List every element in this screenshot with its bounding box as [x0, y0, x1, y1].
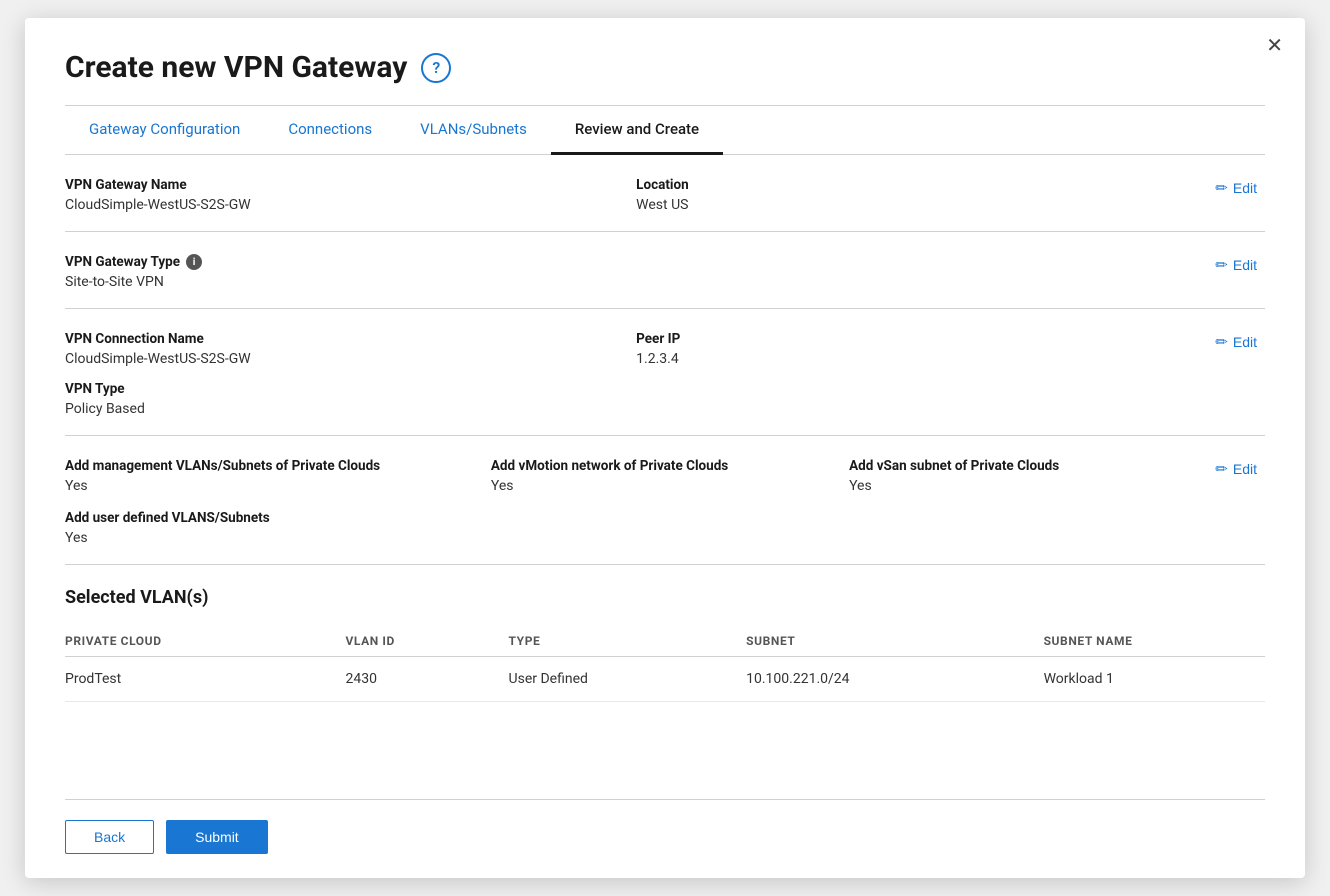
modal-header: Create new VPN Gateway ?	[65, 50, 1265, 85]
user-defined-value: Yes	[65, 530, 1207, 546]
modal-title: Create new VPN Gateway	[65, 50, 407, 85]
vlan-table-header: PRIVATE CLOUD VLAN ID TYPE SUBNET SUBNET…	[65, 626, 1265, 657]
table-row: ProdTest 2430 User Defined 10.100.221.0/…	[65, 657, 1265, 702]
vpn-connection-name-value: CloudSimple-WestUS-S2S-GW	[65, 351, 616, 367]
location-field: Location West US	[636, 177, 1207, 213]
edit-pencil-icon-4: ✏	[1215, 460, 1228, 478]
vpn-gateway-type-field: VPN Gateway Type i Site-to-Site VPN	[65, 254, 1207, 290]
tabs-container: Gateway Configuration Connections VLANs/…	[65, 106, 1265, 155]
gateway-type-fields: VPN Gateway Type i Site-to-Site VPN	[65, 254, 1207, 290]
vpn-connection-edit-label: Edit	[1233, 334, 1257, 350]
col-type: TYPE	[509, 626, 747, 657]
cell-vlan-id: 2430	[345, 657, 508, 702]
edit-pencil-icon-2: ✏	[1215, 256, 1228, 274]
mgmt-vlans-value: Yes	[65, 478, 471, 494]
mgmt-vlans-field: Add management VLANs/Subnets of Private …	[65, 458, 491, 494]
vpn-gateway-name-field: VPN Gateway Name CloudSimple-WestUS-S2S-…	[65, 177, 636, 213]
vpn-gateway-name-value: CloudSimple-WestUS-S2S-GW	[65, 197, 616, 213]
vsan-label: Add vSan subnet of Private Clouds	[849, 458, 1187, 474]
help-icon[interactable]: ?	[421, 53, 451, 83]
tab-vlans-subnets[interactable]: VLANs/Subnets	[396, 106, 551, 155]
gateway-name-section: VPN Gateway Name CloudSimple-WestUS-S2S-…	[65, 155, 1265, 232]
back-button[interactable]: Back	[65, 820, 154, 854]
vlans-options-top: Add management VLANs/Subnets of Private …	[65, 458, 1207, 494]
col-private-cloud: PRIVATE CLOUD	[65, 626, 345, 657]
vpn-type-field: VPN Type Policy Based	[65, 381, 1207, 417]
user-defined-label: Add user defined VLANS/Subnets	[65, 510, 1207, 526]
cell-subnet-name: Workload 1	[1044, 657, 1265, 702]
tab-gateway-configuration[interactable]: Gateway Configuration	[65, 106, 264, 155]
create-vpn-modal: ✕ Create new VPN Gateway ? Gateway Confi…	[25, 18, 1305, 878]
modal-footer: Back Submit	[65, 799, 1265, 878]
vpn-gateway-type-value: Site-to-Site VPN	[65, 274, 1187, 290]
gateway-type-section: VPN Gateway Type i Site-to-Site VPN ✏ Ed…	[65, 232, 1265, 309]
gateway-name-edit-label: Edit	[1233, 180, 1257, 196]
peer-ip-value: 1.2.3.4	[636, 351, 1187, 367]
vpn-connection-name-label: VPN Connection Name	[65, 331, 616, 347]
edit-pencil-icon-3: ✏	[1215, 333, 1228, 351]
vpn-gateway-type-label: VPN Gateway Type i	[65, 254, 1187, 270]
vlan-table-title: Selected VLAN(s)	[65, 587, 1265, 608]
vpn-connection-section: VPN Connection Name CloudSimple-WestUS-S…	[65, 309, 1265, 436]
vsan-field: Add vSan subnet of Private Clouds Yes	[849, 458, 1207, 494]
vpn-connection-row: VPN Connection Name CloudSimple-WestUS-S…	[65, 331, 1265, 417]
vlans-options-edit-label: Edit	[1233, 461, 1257, 477]
vlan-table-body: ProdTest 2430 User Defined 10.100.221.0/…	[65, 657, 1265, 702]
vpn-connection-fields: VPN Connection Name CloudSimple-WestUS-S…	[65, 331, 1207, 417]
vmotion-label: Add vMotion network of Private Clouds	[491, 458, 829, 474]
cell-subnet: 10.100.221.0/24	[746, 657, 1043, 702]
close-button[interactable]: ✕	[1266, 36, 1283, 56]
col-subnet-name: SUBNET NAME	[1044, 626, 1265, 657]
vmotion-field: Add vMotion network of Private Clouds Ye…	[491, 458, 849, 494]
gateway-type-edit-button[interactable]: ✏ Edit	[1207, 256, 1265, 274]
vlan-table-section: Selected VLAN(s) PRIVATE CLOUD VLAN ID T…	[65, 565, 1265, 720]
vlan-table-header-row: PRIVATE CLOUD VLAN ID TYPE SUBNET SUBNET…	[65, 626, 1265, 657]
gateway-name-row: VPN Gateway Name CloudSimple-WestUS-S2S-…	[65, 177, 1265, 213]
peer-ip-label: Peer IP	[636, 331, 1187, 347]
vpn-type-value: Policy Based	[65, 401, 1187, 417]
cell-type: User Defined	[509, 657, 747, 702]
cell-private-cloud: ProdTest	[65, 657, 345, 702]
vlans-options-fields: Add management VLANs/Subnets of Private …	[65, 458, 1207, 546]
col-subnet: SUBNET	[746, 626, 1043, 657]
gateway-type-edit-label: Edit	[1233, 257, 1257, 273]
vpn-type-label: VPN Type	[65, 381, 1187, 397]
vlans-options-edit-button[interactable]: ✏ Edit	[1207, 460, 1265, 478]
gateway-name-fields: VPN Gateway Name CloudSimple-WestUS-S2S-…	[65, 177, 1207, 213]
vpn-gateway-name-label: VPN Gateway Name	[65, 177, 616, 193]
vlans-options-section: Add management VLANs/Subnets of Private …	[65, 436, 1265, 565]
location-label: Location	[636, 177, 1187, 193]
peer-ip-field: Peer IP 1.2.3.4	[636, 331, 1207, 367]
mgmt-vlans-label: Add management VLANs/Subnets of Private …	[65, 458, 471, 474]
gateway-type-row: VPN Gateway Type i Site-to-Site VPN ✏ Ed…	[65, 254, 1265, 290]
location-value: West US	[636, 197, 1187, 213]
vlan-table: PRIVATE CLOUD VLAN ID TYPE SUBNET SUBNET…	[65, 626, 1265, 702]
submit-button[interactable]: Submit	[166, 820, 268, 854]
vlans-options-bottom: Add user defined VLANS/Subnets Yes	[65, 510, 1207, 546]
vpn-connection-edit-button[interactable]: ✏ Edit	[1207, 333, 1265, 351]
vlans-options-row: Add management VLANs/Subnets of Private …	[65, 458, 1265, 546]
col-vlan-id: VLAN ID	[345, 626, 508, 657]
gateway-name-edit-button[interactable]: ✏ Edit	[1207, 179, 1265, 197]
vpn-connection-name-field: VPN Connection Name CloudSimple-WestUS-S…	[65, 331, 636, 367]
vpn-type-info-icon[interactable]: i	[186, 254, 202, 270]
vsan-value: Yes	[849, 478, 1187, 494]
vmotion-value: Yes	[491, 478, 829, 494]
edit-pencil-icon: ✏	[1215, 179, 1228, 197]
content-area: VPN Gateway Name CloudSimple-WestUS-S2S-…	[65, 155, 1265, 799]
tab-review-create[interactable]: Review and Create	[551, 106, 723, 155]
tab-connections[interactable]: Connections	[264, 106, 396, 155]
